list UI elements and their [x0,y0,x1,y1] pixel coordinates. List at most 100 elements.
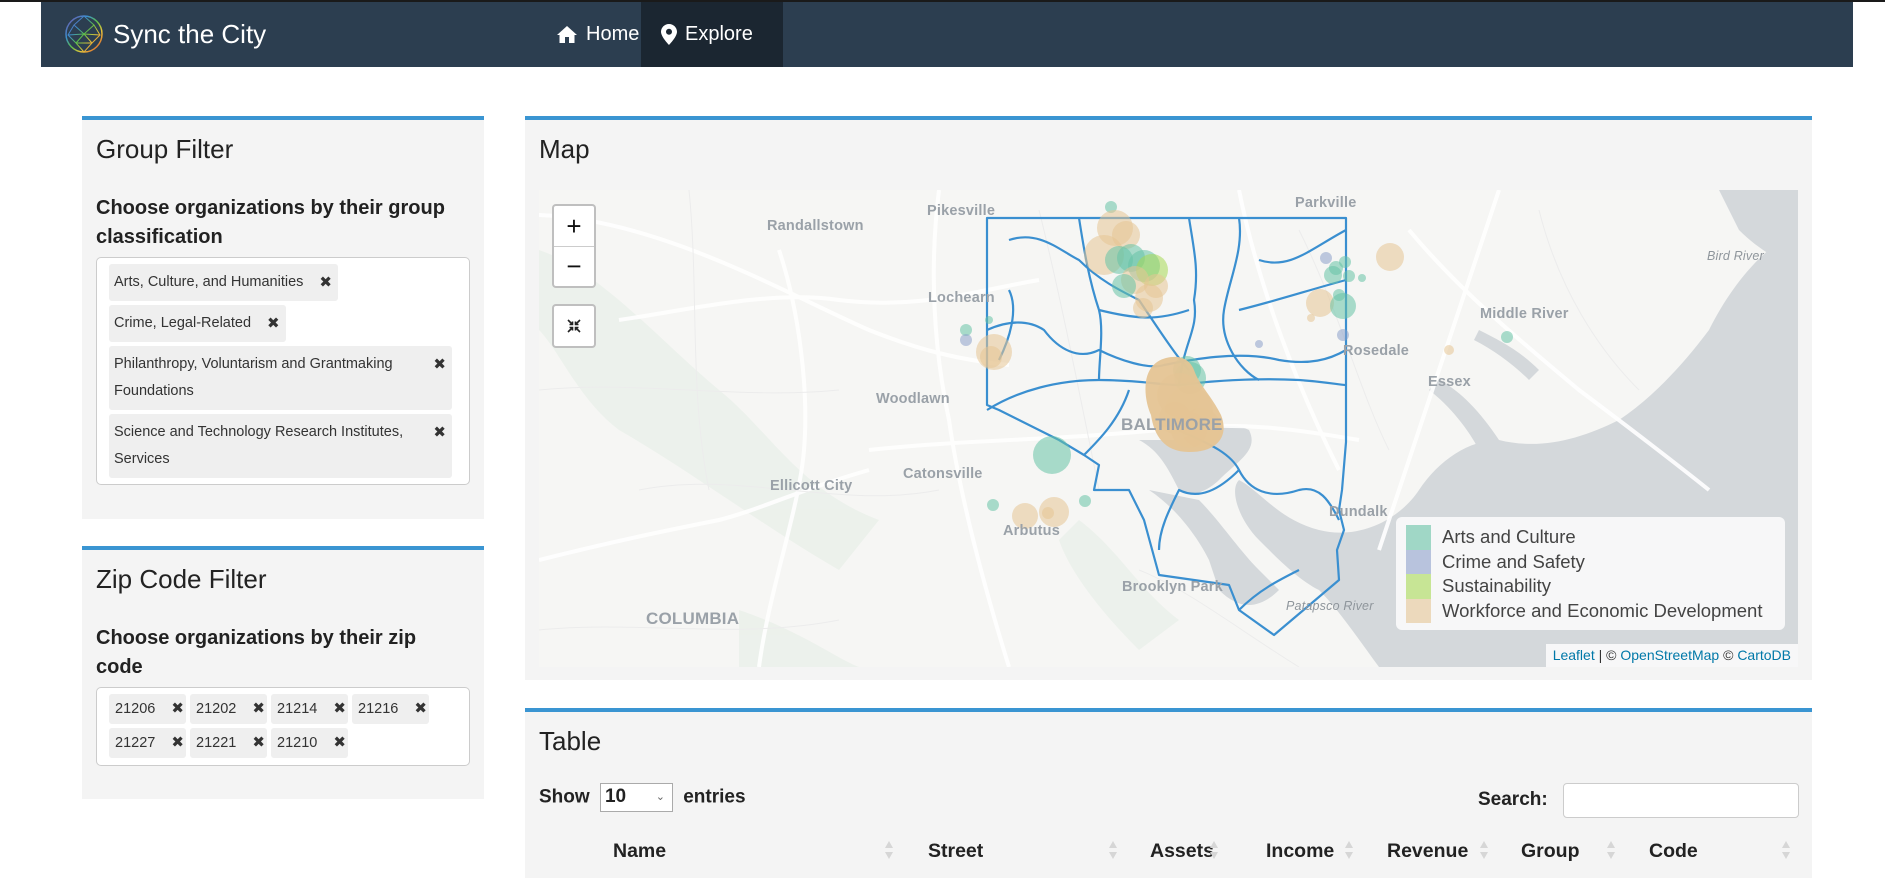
organization-marker[interactable] [1501,331,1513,343]
remove-chip-icon[interactable]: ✖ [319,269,332,296]
organization-marker[interactable] [1324,266,1342,284]
organization-marker[interactable] [1376,243,1404,271]
osm-link[interactable]: OpenStreetMap [1620,647,1719,663]
legend-label: Crime and Safety [1442,550,1585,572]
nav-explore-label: Explore [685,23,753,45]
zip-chip-label: 21214 [277,701,318,717]
attribution-sep: | © [1594,647,1621,663]
page-size-control: Show 10 ⌄ entries [539,783,746,812]
leaflet-link[interactable]: Leaflet [1553,647,1595,663]
column-header-name[interactable]: Name [613,840,666,863]
organization-marker[interactable] [1112,274,1136,298]
sort-icon[interactable] [884,838,894,862]
search-input[interactable] [1563,783,1799,818]
organization-marker[interactable] [987,499,999,511]
column-header-assets[interactable]: Assets [1150,840,1214,863]
group-filter-panel: Group Filter Choose organizations by the… [82,116,484,519]
column-header-code[interactable]: Code [1649,840,1698,863]
sort-icon[interactable] [1209,838,1219,862]
remove-chip-icon[interactable]: ✖ [171,699,184,719]
reset-view-button[interactable] [552,304,596,348]
organization-marker[interactable] [1343,270,1355,282]
group-select[interactable]: Arts, Culture, and Humanities ✖ Crime, L… [96,257,470,485]
legend-item: Sustainability [1406,574,1775,599]
organization-marker[interactable] [1339,256,1351,268]
remove-chip-icon[interactable]: ✖ [171,733,184,753]
entries-label: entries [683,786,746,808]
search-label: Search: [1478,789,1548,810]
table-title: Table [539,726,602,756]
column-header-group[interactable]: Group [1521,840,1580,863]
zip-chip: 21210 ✖ [271,728,348,758]
organization-marker[interactable] [1330,293,1356,319]
organization-marker[interactable] [1320,252,1332,264]
sort-icon[interactable] [1781,838,1791,862]
organization-marker[interactable] [1307,314,1315,322]
zoom-in-button[interactable]: + [554,206,594,246]
remove-chip-icon[interactable]: ✖ [333,699,346,719]
organization-marker[interactable] [1306,289,1334,317]
legend-swatch [1406,598,1431,623]
zip-chip: 21214 ✖ [271,694,348,724]
chevron-down-icon: ⌄ [655,791,665,803]
page-size-select[interactable]: 10 ⌄ [599,783,673,812]
organization-marker[interactable] [1133,298,1153,318]
column-header-income[interactable]: Income [1266,840,1334,863]
zip-select[interactable]: 21206 ✖ 21202 ✖ 21214 ✖ 21216 ✖ 21227 ✖ 21221 ✖ 2121… [96,687,470,766]
organization-marker[interactable] [1255,340,1263,348]
sort-icon[interactable] [1606,838,1616,862]
place-label: Woodlawn [876,391,950,407]
brand[interactable]: Sync the City [63,11,266,57]
legend-label: Sustainability [1442,575,1552,597]
place-label: Rosedale [1343,343,1410,359]
zip-chip-label: 21206 [115,701,156,717]
organization-marker[interactable] [1358,274,1366,282]
show-label: Show [539,786,590,808]
organization-marker[interactable] [985,316,993,324]
remove-chip-icon[interactable]: ✖ [414,699,427,719]
remove-chip-icon[interactable]: ✖ [252,699,265,719]
sort-icon[interactable] [1479,838,1489,862]
legend-swatch [1406,574,1431,599]
zip-chip-label: 21221 [196,735,237,751]
zoom-out-button[interactable]: − [554,246,594,286]
place-label: Middle River [1480,306,1569,322]
legend-label: Arts and Culture [1442,526,1576,548]
cartodb-link[interactable]: CartoDB [1737,647,1791,663]
group-chip-label: Philanthropy, Voluntarism and Grantmakin… [114,356,393,399]
zoom-control: + − [552,204,596,288]
zip-filter-panel: Zip Code Filter Choose organizations by … [82,546,484,799]
group-chip: Philanthropy, Voluntarism and Grantmakin… [109,346,452,410]
organization-marker[interactable] [1444,345,1454,355]
zip-chip: 21202 ✖ [190,694,267,724]
reset-view-btn[interactable] [554,306,594,346]
sort-icon[interactable] [1344,838,1354,862]
organization-marker[interactable] [960,334,972,346]
organization-marker[interactable] [1144,274,1168,298]
remove-chip-icon[interactable]: ✖ [252,733,265,753]
organization-marker[interactable] [1079,495,1091,507]
place-label: Lochearn [928,290,995,306]
organization-marker[interactable] [1337,329,1349,341]
organization-cluster[interactable] [1145,356,1224,452]
organization-marker[interactable] [1033,436,1071,474]
map-title: Map [539,134,590,164]
water-label: Patapsco River [1286,599,1374,613]
remove-chip-icon[interactable]: ✖ [433,351,446,378]
organization-marker[interactable] [1042,507,1054,519]
column-header-revenue[interactable]: Revenue [1387,840,1468,863]
legend-item: Crime and Safety [1406,549,1775,574]
map-attribution: Leaflet | © OpenStreetMap © CartoDB [1545,644,1798,667]
organization-marker[interactable] [980,346,1002,368]
sort-icon[interactable] [1108,838,1118,862]
map[interactable]: Randallstown Pikesville Parkville Lochea… [539,190,1798,667]
legend-swatch [1406,549,1431,574]
zip-chip-label: 21202 [196,701,237,717]
column-header-street[interactable]: Street [928,840,983,863]
remove-chip-icon[interactable]: ✖ [333,733,346,753]
nav-explore[interactable]: Explore [641,2,783,67]
remove-chip-icon[interactable]: ✖ [433,419,446,446]
app-title: Sync the City [113,18,267,49]
group-filter-label: Choose organizations by their group clas… [96,197,445,248]
remove-chip-icon[interactable]: ✖ [267,310,280,337]
